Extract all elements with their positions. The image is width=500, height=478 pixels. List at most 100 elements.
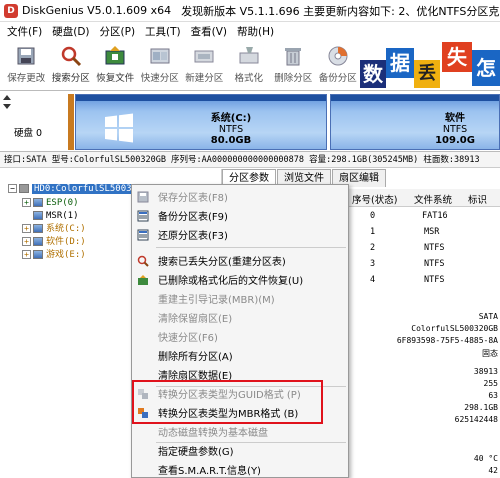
expand-icon[interactable]: + [22,198,31,207]
menu-search-lost-partitions[interactable]: 搜索已丢失分区(重建分区表) [132,251,348,270]
disk-map: 硬盘 0 系统(C:) NTFS 80.0GB 软件 NTFS 109.0G [0,90,500,152]
tree-item-software-d[interactable]: + 软件(D:) [22,236,86,249]
save-icon [15,45,37,67]
menu-disk[interactable]: 硬盘(D) [47,22,94,42]
partition-c-fs: NTFS [218,124,244,135]
partition-icon [33,250,43,259]
menu-view[interactable]: 查看(V) [186,22,232,42]
tree-item-games-e[interactable]: + 游戏(E:) [22,249,86,262]
ad-banner[interactable]: 数 据 丢 失 怎 [358,40,500,90]
menu-specify-disk-params[interactable]: 指定硬盘参数(G) [132,441,348,460]
banner-tile-1: 数 [360,60,386,88]
banner-tile-2: 据 [386,48,414,78]
info-capacity: 298.1GB [464,403,498,412]
banner-tile-4: 失 [442,42,472,72]
save-changes-button[interactable]: 保存更改 [4,42,49,88]
window-title: DiskGenius V5.0.1.609 x64 [22,4,172,17]
menu-separator [156,247,346,248]
menu-help[interactable]: 帮助(H) [232,22,279,42]
menu-rebuild-mbr[interactable]: 重建主引导记录(MBR)(M) [132,289,348,308]
new-partition-label: 新建分区 [185,73,224,84]
menu-backup-partition-table[interactable]: 备份分区表(F9) [132,206,348,225]
menu-save-partition-table[interactable]: 保存分区表(F8) [132,187,348,206]
info-heads: 255 [483,379,498,388]
save-changes-label: 保存更改 [7,73,46,84]
recover-icon [138,274,148,285]
toolbar: 保存更改 搜索分区 恢复文件 快速分区 新建分区 格式化 删除分区 备份分区 [0,42,360,88]
restore-table-icon [137,229,149,240]
collapse-icon[interactable]: − [8,184,17,193]
partition-esp-strip[interactable] [68,94,74,150]
menu-quick-partition[interactable]: 快速分区(F6) [132,327,348,346]
partition-icon [33,211,43,220]
col-filesystem[interactable]: 文件系统 [414,192,452,206]
delete-partition-button[interactable]: 删除分区 [271,42,316,88]
trash-icon [282,45,304,67]
menu-tools[interactable]: 工具(T) [140,22,186,42]
backup-partition-label: 备份分区 [318,73,357,84]
disk-context-menu: 保存分区表(F8) 备份分区表(F9) 还原分区表(F3) 搜索已丢失分区(重建… [131,184,349,478]
banner-tile-5: 怎 [472,50,500,86]
menu-restore-partition-table[interactable]: 还原分区表(F3) [132,225,348,244]
info-guid: 6F893598-75F5-4885-8A [396,336,498,345]
menu-recover-deleted-files[interactable]: 已删除或格式化后的文件恢复(U) [132,270,348,289]
search-partition-button[interactable]: 搜索分区 [49,42,94,88]
prev-disk-icon[interactable] [3,95,11,100]
info-sectors: 63 [488,391,498,400]
new-partition-button[interactable]: 新建分区 [182,42,227,88]
disk-label: 硬盘 0 [14,128,43,139]
search-partition-label: 搜索分区 [51,73,90,84]
windows-logo-icon [105,113,133,143]
partition-d-block[interactable]: 软件 NTFS 109.0G [330,94,500,150]
search-icon [137,255,149,267]
recover-files-button[interactable]: 恢复文件 [93,42,138,88]
banner-tile-3: 丢 [414,60,440,88]
partition-icon [33,198,43,207]
info-extra: 42 [488,466,498,475]
info-temperature: 40 °C [473,454,498,463]
backup-partition-button[interactable]: 备份分区 [316,42,361,88]
disk-nav [2,93,12,113]
menu-clear-reserved-sectors[interactable]: 清除保留扇区(E) [132,308,348,327]
col-index[interactable]: 序号(状态) [352,192,397,206]
disk-icon [19,184,29,193]
format-button[interactable]: 格式化 [227,42,272,88]
disk-info-bar: 接口:SATA 型号:ColorfulSL500320GB 序列号:AA0000… [0,152,500,168]
new-partition-icon [193,45,215,67]
partition-c-name: 系统(C:) [210,113,252,124]
menu-bar: 文件(F) 硬盘(D) 分区(P) 工具(T) 查看(V) 帮助(H) [0,22,360,42]
format-icon [238,45,260,67]
info-total-sectors: 625142448 [454,415,498,424]
recover-files-icon [104,45,126,67]
quick-partition-button[interactable]: 快速分区 [138,42,183,88]
backup-disc-icon [327,45,349,67]
save-icon [137,191,149,202]
tree-item-esp[interactable]: + ESP(0) [22,197,79,210]
delete-partition-label: 删除分区 [274,73,313,84]
info-type: 固态 [482,349,498,358]
expand-icon[interactable]: + [22,250,31,259]
menu-dynamic-to-basic[interactable]: 动态磁盘转换为基本磁盘 [132,422,348,441]
partition-c-size: 80.0GB [210,135,252,146]
partition-d-fs: NTFS [442,124,468,135]
menu-partition[interactable]: 分区(P) [95,22,141,42]
backup-table-icon [137,210,149,221]
tree-item-system-c[interactable]: + 系统(C:) [22,223,86,236]
quick-partition-icon [149,45,171,67]
menu-delete-all-partitions[interactable]: 删除所有分区(A) [132,346,348,365]
format-label: 格式化 [234,73,263,84]
menu-file[interactable]: 文件(F) [2,22,47,42]
partition-icon [33,224,43,233]
menu-view-smart-info[interactable]: 查看S.M.A.R.T.信息(Y) [132,460,348,478]
title-bar: D DiskGenius V5.0.1.609 x64 发现新版本 V5.1.1… [0,0,500,22]
diskgenius-logo-icon: D [4,3,18,18]
expand-icon[interactable]: + [22,224,31,233]
info-cylinders: 38913 [473,367,498,376]
next-disk-icon[interactable] [3,104,11,109]
col-id[interactable]: 标识 [468,192,487,206]
info-interface: SATA [478,312,498,321]
update-notice[interactable]: 发现新版本 V5.1.1.696 主要更新内容如下: 2、优化NTFS分区克隆的… [181,3,500,19]
partition-c-block[interactable]: 系统(C:) NTFS 80.0GB [75,94,327,150]
expand-icon[interactable]: + [22,237,31,246]
tree-item-msr[interactable]: MSR(1) [22,210,79,223]
